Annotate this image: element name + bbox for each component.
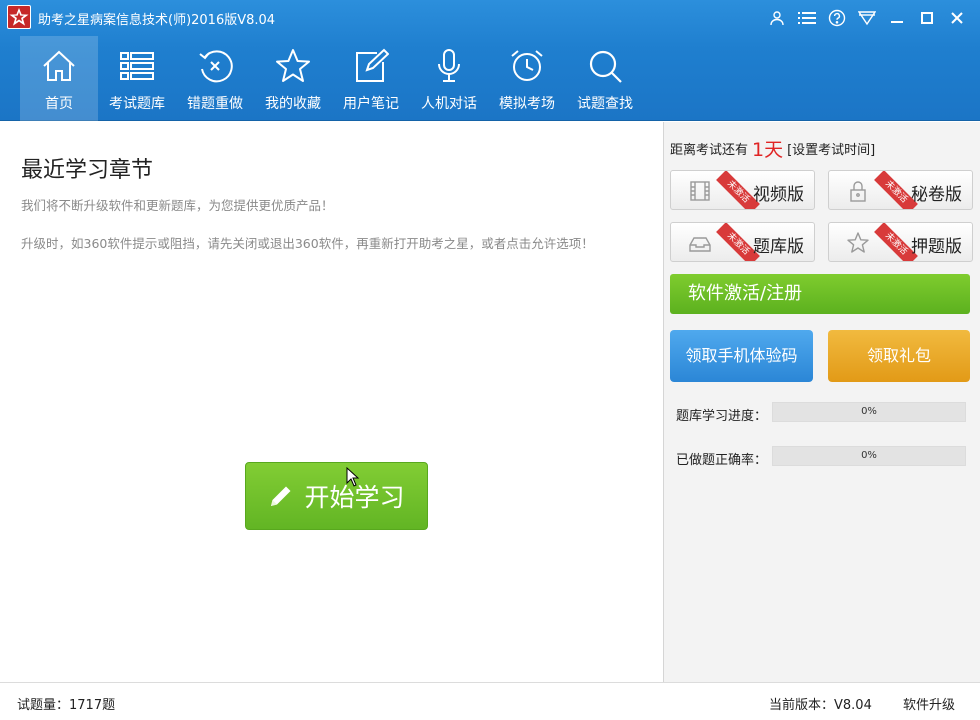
tool-search[interactable]: 试题查找 [566, 36, 644, 121]
question-count: 试题量：1717题 [17, 698, 116, 713]
tool-mock-exam-label: 模拟考场 [499, 96, 555, 112]
accuracy-value: 0% [861, 450, 877, 461]
tool-question-bank-label: 考试题库 [109, 96, 165, 112]
note-icon [351, 46, 391, 86]
accuracy-bar: 0% [772, 446, 966, 466]
star-outline-icon [847, 232, 869, 253]
menu-list-icon[interactable] [792, 6, 822, 30]
bank-edition-button[interactable]: 未激活 题库版 [670, 222, 815, 262]
predict-edition-button[interactable]: 未激活 押题版 [828, 222, 973, 262]
secret-edition-label: 秘卷版 [911, 185, 962, 205]
page-title: 最近学习章节 [21, 158, 154, 183]
accuracy-label: 已做题正确率： [676, 453, 768, 468]
countdown-prefix: 距离考试还有 [670, 143, 749, 158]
user-icon[interactable] [762, 6, 792, 30]
sidebar: 距离考试还有 1天 [设置考试时间] 未激活 视频版 未激活 秘卷版 未激活 题库版… [663, 122, 980, 682]
star-icon [273, 46, 313, 86]
title-bar: 助考之星病案信息技术(师)2016版V8.04 [0, 0, 980, 34]
notice-upgrade: 我们将不断升级软件和更新题库，为您提供更优质产品！ [21, 198, 334, 213]
tool-notes[interactable]: 用户笔记 [332, 36, 410, 121]
countdown-days: 1天 [752, 139, 784, 161]
tool-favorites-label: 我的收藏 [265, 96, 321, 112]
redo-icon [195, 46, 235, 86]
main-toolbar: 首页 考试题库 错题重做 我的收藏 用户笔记 人机对话 模拟考场 试题查找 [20, 36, 644, 121]
tool-home-label: 首页 [45, 96, 73, 112]
predict-edition-label: 押题版 [911, 237, 962, 257]
list-icon [117, 46, 157, 86]
microphone-icon [429, 46, 469, 86]
study-progress-label: 题库学习进度： [676, 409, 768, 424]
pencil-icon [271, 486, 291, 506]
help-icon[interactable] [822, 6, 852, 30]
video-edition-label: 视频版 [753, 185, 804, 205]
header: 助考之星病案信息技术(师)2016版V8.04 首页 考试题库 错题重做 我的收… [0, 0, 980, 121]
mouse-cursor-icon [346, 467, 360, 487]
tool-redo-wrong-label: 错题重做 [187, 96, 243, 112]
get-gift-button[interactable]: 领取礼包 [828, 330, 970, 382]
exam-countdown: 距离考试还有 1天 [设置考试时间] [670, 135, 875, 162]
current-version: 当前版本：V8.04 [769, 698, 872, 713]
tool-dialogue-label: 人机对话 [421, 96, 477, 112]
main-panel: 最近学习章节 我们将不断升级软件和更新题库，为您提供更优质产品！ 升级时，如36… [0, 122, 663, 682]
secret-edition-button[interactable]: 未激活 秘卷版 [828, 170, 973, 210]
tray-icon [689, 237, 711, 252]
tool-search-label: 试题查找 [577, 96, 633, 112]
skin-icon[interactable] [852, 6, 882, 30]
app-logo-icon [7, 5, 31, 29]
tool-question-bank[interactable]: 考试题库 [98, 36, 176, 121]
activate-register-button[interactable]: 软件激活/注册 [670, 274, 970, 314]
alarm-clock-icon [507, 46, 547, 86]
tool-notes-label: 用户笔记 [343, 96, 399, 112]
status-bar: 试题量：1717题 当前版本：V8.04 软件升级 [0, 682, 980, 720]
minimize-icon[interactable] [882, 6, 912, 30]
notice-360: 升级时，如360软件提示或阻挡，请先关闭或退出360软件，再重新打开助考之星，或… [21, 236, 594, 251]
set-exam-time-link[interactable]: [设置考试时间] [787, 143, 875, 158]
film-icon [690, 181, 710, 201]
search-icon [585, 46, 625, 86]
video-edition-button[interactable]: 未激活 视频版 [670, 170, 815, 210]
tool-home[interactable]: 首页 [20, 36, 98, 121]
study-progress-value: 0% [861, 406, 877, 417]
phone-trial-code-button[interactable]: 领取手机体验码 [670, 330, 813, 382]
close-icon[interactable] [942, 6, 972, 30]
study-progress-bar: 0% [772, 402, 966, 422]
lock-icon [850, 181, 866, 202]
software-upgrade-link[interactable]: 软件升级 [903, 694, 955, 713]
window-title: 助考之星病案信息技术(师)2016版V8.04 [38, 13, 276, 28]
window-controls [762, 6, 972, 30]
tool-dialogue[interactable]: 人机对话 [410, 36, 488, 121]
tool-favorites[interactable]: 我的收藏 [254, 36, 332, 121]
bank-edition-label: 题库版 [753, 237, 804, 257]
tool-mock-exam[interactable]: 模拟考场 [488, 36, 566, 121]
start-study-button[interactable]: 开始学习 [245, 462, 428, 530]
tool-redo-wrong[interactable]: 错题重做 [176, 36, 254, 121]
home-icon [39, 46, 79, 86]
maximize-icon[interactable] [912, 6, 942, 30]
